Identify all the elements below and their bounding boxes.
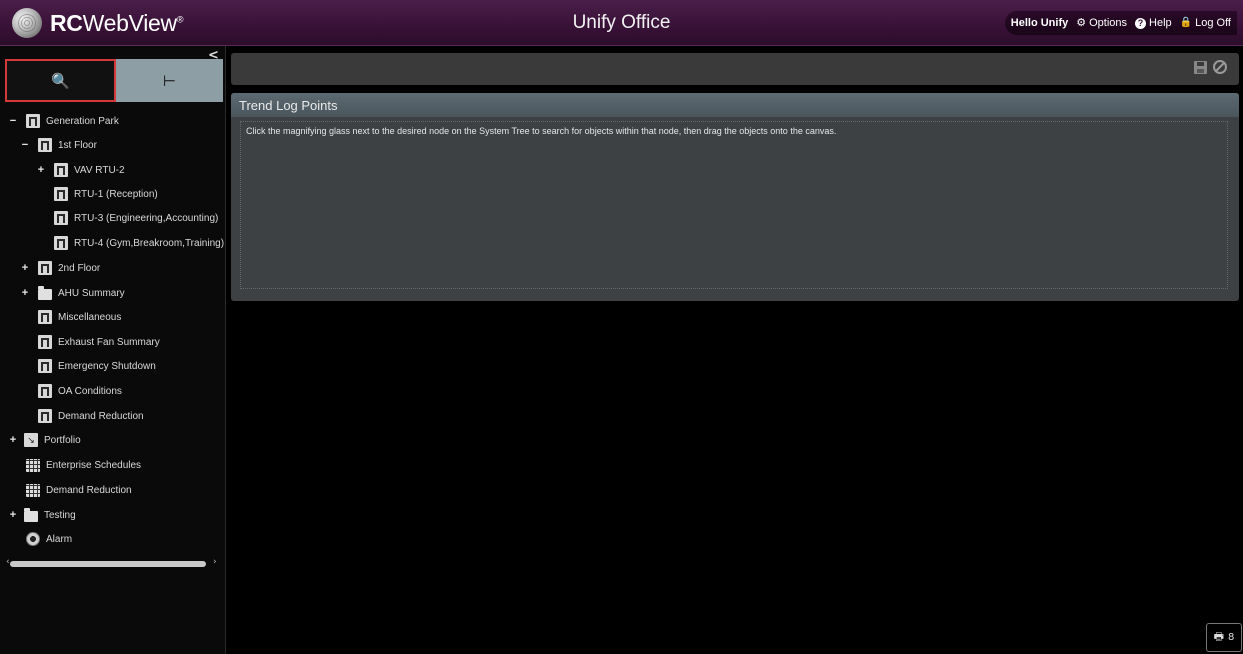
building-icon <box>38 310 52 324</box>
tree-node-label: RTU-1 (Reception) <box>74 188 158 200</box>
folder-icon <box>38 285 52 300</box>
tree-node-label: Generation Park <box>46 115 119 127</box>
building-icon <box>38 409 52 423</box>
help-link[interactable]: ? Help <box>1135 17 1172 29</box>
calendar-icon <box>26 483 40 497</box>
trend-log-points-panel: Trend Log Points Click the magnifying gl… <box>231 93 1239 301</box>
app-root: RCWebView® Unify Office Hello Unify ⚙ Op… <box>0 0 1243 654</box>
scrollbar-thumb[interactable] <box>10 561 206 567</box>
building-icon <box>54 236 68 250</box>
building-icon <box>38 138 52 152</box>
building-icon <box>38 261 52 275</box>
logo-text: RCWebView® <box>50 9 184 36</box>
tree-node-label: Miscellaneous <box>58 311 122 323</box>
tree-node-label: OA Conditions <box>58 385 122 397</box>
printer-icon: 🖶 <box>1213 630 1224 643</box>
tree-node-generation-park[interactable]: − Generation Park <box>8 111 119 131</box>
tree-node-oa-conditions[interactable]: OA Conditions <box>38 381 122 401</box>
tree-node-emergency-shutdown[interactable]: Emergency Shutdown <box>38 356 156 376</box>
tree-node-label: AHU Summary <box>58 287 125 299</box>
top-header-bar: RCWebView® Unify Office Hello Unify ⚙ Op… <box>0 0 1243 46</box>
tree-collapse-icon[interactable]: − <box>20 139 30 151</box>
building-icon <box>38 359 52 373</box>
print-queue-button[interactable]: 🖶 8 <box>1206 623 1242 652</box>
tree-node-label: Exhaust Fan Summary <box>58 336 160 348</box>
building-icon <box>38 335 52 349</box>
tree-node-ahu-summary[interactable]: + AHU Summary <box>20 283 125 303</box>
tree-hierarchy-icon: ⊢ <box>162 71 177 90</box>
tree-node-miscellaneous[interactable]: Miscellaneous <box>38 307 121 327</box>
tree-node-label: Portfolio <box>44 434 81 446</box>
sidebar-horizontal-scrollbar[interactable]: ‹ › <box>6 557 220 568</box>
tree-node-label: VAV RTU-2 <box>74 164 125 176</box>
options-label: Options <box>1089 17 1128 29</box>
tree-node-portfolio[interactable]: + ↘ Portfolio <box>8 430 81 450</box>
tree-node-label: Demand Reduction <box>58 410 144 422</box>
tree-node-label: Alarm <box>46 533 73 545</box>
print-count: 8 <box>1228 632 1235 643</box>
tree-node-label: RTU-4 (Gym,Breakroom,Training) <box>74 237 225 249</box>
building-icon <box>54 187 68 201</box>
tree-expand-icon[interactable]: + <box>20 287 30 299</box>
options-link[interactable]: ⚙ Options <box>1076 17 1127 29</box>
tree-node-label: Demand Reduction <box>46 484 132 496</box>
tree-node-label: RTU-3 (Engineering,Accounting) <box>74 212 219 224</box>
alarm-icon <box>26 532 40 546</box>
building-icon <box>54 211 68 225</box>
tree-node-label: 1st Floor <box>58 139 97 151</box>
logoff-label: Log Off <box>1195 17 1231 29</box>
user-lock-icon: 🔒 <box>1179 17 1193 28</box>
tree-node-label: 2nd Floor <box>58 262 101 274</box>
help-label: Help <box>1149 17 1172 29</box>
tree-expand-icon[interactable]: + <box>8 509 18 521</box>
building-icon <box>54 163 68 177</box>
drop-canvas[interactable]: Click the magnifying glass next to the d… <box>240 121 1228 289</box>
sidebar-tab-bar: 🔍 ⊢ <box>5 59 223 102</box>
panel-title: Trend Log Points <box>231 93 1239 117</box>
user-menu: Hello Unify ⚙ Options ? Help 🔒 Log Off <box>1005 11 1237 35</box>
portfolio-icon: ↘ <box>24 433 38 447</box>
tree-expand-icon[interactable]: + <box>36 164 46 176</box>
sidebar: < 🔍 ⊢ − Generation Park − 1st Floor + VA… <box>0 46 226 654</box>
logoff-link[interactable]: 🔒 Log Off <box>1180 17 1231 29</box>
toolbar-actions <box>1194 60 1227 74</box>
tree-node-label: Enterprise Schedules <box>46 459 142 471</box>
canvas-toolbar <box>231 53 1239 85</box>
tree-node-demand-reduction[interactable]: Demand Reduction <box>38 406 144 426</box>
help-icon: ? <box>1135 17 1147 29</box>
building-icon <box>26 114 40 128</box>
instruction-text: Click the magnifying glass next to the d… <box>246 126 837 136</box>
greeting-text: Hello Unify <box>1010 17 1069 29</box>
tree-node-rtu-1[interactable]: RTU-1 (Reception) <box>54 184 158 204</box>
tree-node-enterprise-schedules[interactable]: Enterprise Schedules <box>26 455 141 475</box>
calendar-icon <box>26 458 40 472</box>
globe-logo-icon <box>12 8 42 38</box>
tree-expand-icon[interactable]: + <box>20 262 30 274</box>
tree-node-1st-floor[interactable]: − 1st Floor <box>20 135 97 155</box>
search-building-icon: 🔍 <box>51 71 70 90</box>
gear-icon: ⚙ <box>1076 16 1087 29</box>
tree-node-alarm[interactable]: Alarm <box>26 529 72 549</box>
tree-node-vav-rtu-2[interactable]: + VAV RTU-2 <box>36 160 125 180</box>
cancel-icon[interactable] <box>1213 60 1227 74</box>
tree-node-demand-reduction-schedule[interactable]: Demand Reduction <box>26 480 132 500</box>
save-icon[interactable] <box>1194 60 1207 74</box>
tree-node-label: Emergency Shutdown <box>58 360 156 372</box>
building-icon <box>38 384 52 398</box>
folder-icon <box>24 507 38 522</box>
tree-expand-icon[interactable]: + <box>8 434 18 446</box>
tab-system-tree[interactable]: ⊢ <box>116 59 223 102</box>
tree-node-2nd-floor[interactable]: + 2nd Floor <box>20 258 100 278</box>
tree-node-rtu-3[interactable]: RTU-3 (Engineering,Accounting) <box>54 208 218 228</box>
tree-collapse-icon[interactable]: − <box>8 115 18 127</box>
tab-search[interactable]: 🔍 <box>5 59 116 102</box>
tree-node-exhaust-fan-summary[interactable]: Exhaust Fan Summary <box>38 332 160 352</box>
tree-node-testing[interactable]: + Testing <box>8 505 76 525</box>
tree-node-label: Testing <box>44 509 76 521</box>
tree-node-rtu-4[interactable]: RTU-4 (Gym,Breakroom,Training) <box>54 233 224 253</box>
rcwebview-logo: RCWebView® <box>12 7 184 39</box>
scroll-right-arrow-icon[interactable]: › <box>213 557 217 567</box>
scroll-left-arrow-icon[interactable]: ‹ <box>6 557 10 567</box>
